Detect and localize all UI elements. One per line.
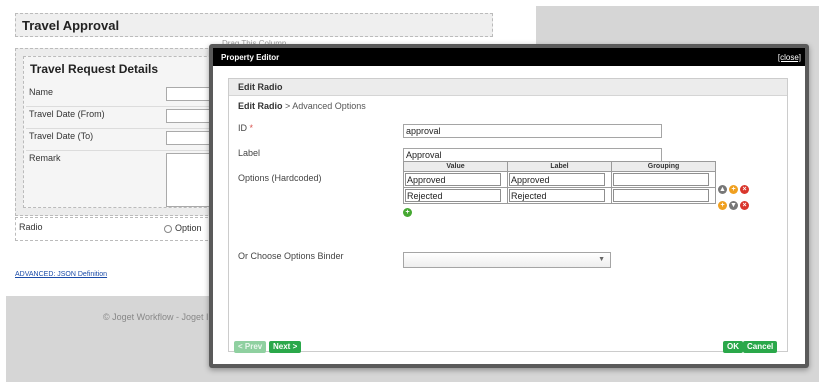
arrow-up-icon[interactable]: ▲ — [718, 185, 727, 195]
table-cell — [611, 171, 716, 188]
options-table: Value Label Grouping Approved Approved R… — [403, 161, 716, 204]
options-label: Options (Hardcoded) — [238, 173, 322, 183]
plus-icon[interactable]: + — [729, 185, 738, 195]
id-input[interactable]: approval — [403, 124, 662, 138]
delete-icon[interactable]: × — [740, 201, 749, 211]
field-label: Name — [29, 87, 54, 97]
panel-header: Edit Radio — [229, 79, 787, 96]
close-link[interactable]: [close] — [778, 53, 801, 62]
label-label: Label — [238, 148, 261, 158]
property-editor-dialog: Property Editor [close] Edit Radio Edit … — [209, 44, 809, 368]
json-definition-link[interactable]: ADVANCED: JSON Definition — [15, 271, 107, 278]
breadcrumb-current: Edit Radio — [238, 101, 283, 111]
table-row: Approved Approved — [403, 171, 716, 188]
radio-option[interactable]: Option — [164, 223, 202, 233]
option-label-input[interactable]: Rejected — [509, 189, 605, 202]
form-title-box[interactable]: Travel Approval — [15, 13, 493, 37]
option-value-input[interactable]: Approved — [405, 173, 501, 186]
dialog-title: Property Editor — [221, 53, 280, 62]
radio-button-icon[interactable] — [164, 224, 172, 233]
column-header-grouping: Grouping — [611, 161, 716, 172]
label-input[interactable]: Approval — [403, 148, 662, 162]
footer-copyright: © Joget Workflow - Joget In — [103, 312, 214, 322]
binder-label: Or Choose Options Binder — [238, 251, 344, 261]
delete-icon[interactable]: × — [740, 185, 749, 195]
chevron-down-icon: ▼ — [598, 256, 605, 263]
option-grouping-input[interactable] — [613, 173, 709, 186]
option-grouping-input[interactable] — [613, 189, 709, 202]
arrow-down-icon[interactable]: ▼ — [729, 201, 738, 211]
prev-button[interactable]: < Prev — [234, 341, 267, 353]
column-header-label: Label — [507, 161, 612, 172]
table-cell — [611, 187, 716, 204]
options-binder-select[interactable]: ▼ — [403, 252, 611, 268]
required-marker: * — [249, 123, 254, 133]
table-cell: Approved — [403, 171, 508, 188]
plus-icon[interactable]: + — [403, 208, 412, 218]
table-cell: Rejected — [403, 187, 508, 204]
dialog-header: Property Editor [close] — [213, 48, 805, 66]
field-label: Travel Date (To) — [29, 131, 94, 141]
row-actions: + ▼ × — [718, 200, 751, 211]
options-header-row: Value Label Grouping — [403, 161, 716, 172]
radio-option-label: Option — [175, 223, 202, 233]
add-row-button[interactable]: + — [403, 207, 414, 218]
radio-field-label: Radio — [19, 222, 43, 232]
table-row: Rejected Rejected — [403, 187, 716, 204]
option-label-input[interactable]: Approved — [509, 173, 605, 186]
option-value-input[interactable]: Rejected — [405, 189, 501, 202]
breadcrumb-step: > Advanced Options — [282, 101, 366, 111]
cancel-button[interactable]: Cancel — [743, 341, 778, 353]
next-button[interactable]: Next > — [269, 341, 302, 353]
id-label: ID * — [238, 123, 253, 133]
plus-icon[interactable]: + — [718, 201, 727, 211]
field-label: Remark — [29, 153, 61, 163]
section-title: Travel Request Details — [30, 62, 159, 76]
id-label-text: ID — [238, 123, 247, 133]
dialog-body: Edit Radio Edit Radio > Advanced Options… — [213, 66, 805, 364]
edit-radio-panel: Edit Radio Edit Radio > Advanced Options… — [228, 78, 788, 353]
row-actions: ▲ + × — [718, 184, 751, 195]
table-cell: Rejected — [507, 187, 612, 204]
table-cell: Approved — [507, 171, 612, 188]
ok-button[interactable]: OK — [723, 341, 743, 353]
breadcrumb: Edit Radio > Advanced Options — [238, 101, 366, 111]
form-title: Travel Approval — [22, 18, 120, 33]
panel-title: Edit Radio — [238, 82, 283, 92]
column-header-value: Value — [403, 161, 508, 172]
field-label: Travel Date (From) — [29, 109, 105, 119]
